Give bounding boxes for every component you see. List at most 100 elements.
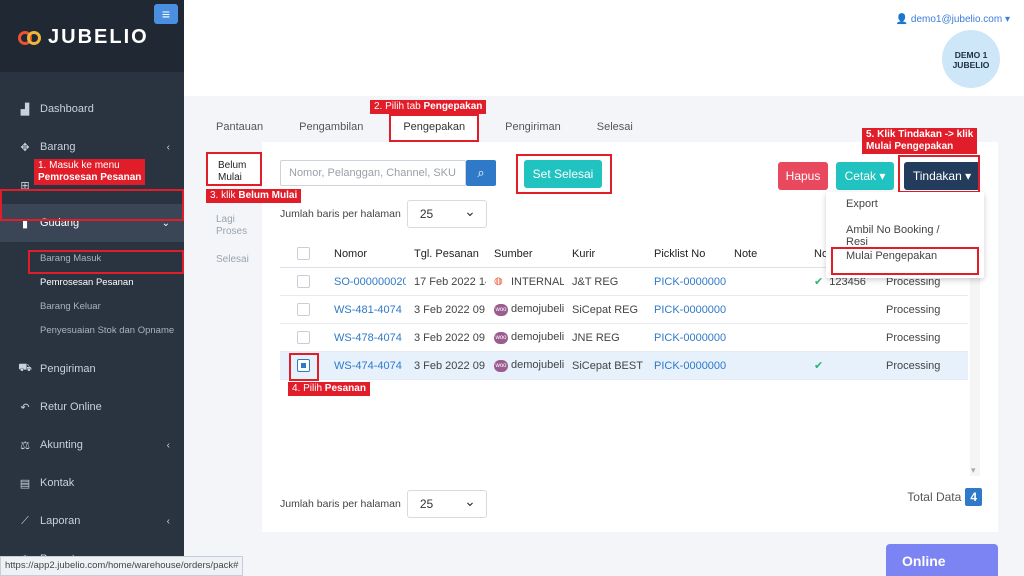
col-picklist[interactable]: Picklist No [646, 248, 726, 260]
woocommerce-icon: woo [494, 303, 508, 316]
row-checkbox[interactable] [280, 303, 326, 316]
tab-pengiriman[interactable]: Pengiriman [487, 114, 579, 142]
sidebar-item-label: Dashboard [40, 103, 94, 115]
select-all-checkbox[interactable] [280, 247, 326, 260]
per-page-select[interactable]: 25 [406, 490, 487, 518]
status-tab-selesai[interactable]: Selesai [206, 248, 262, 278]
picklist-link[interactable]: PICK-0000000 [646, 304, 726, 316]
sidebar-item-pengiriman[interactable]: ⛟ Pengiriman [0, 350, 184, 388]
tab-pantauan[interactable]: Pantauan [206, 114, 281, 142]
annotation-step1: 1. Masuk ke menu Pemrosesan Pesanan [34, 159, 146, 185]
col-sumber[interactable]: Sumber [486, 248, 564, 260]
chart-icon: ▟ [20, 103, 30, 116]
sidebar-item-retur-online[interactable]: ↶ Retur Online [0, 388, 184, 426]
sidebar-item-label: Barang [40, 141, 76, 153]
order-courier: SiCepat REG [572, 303, 639, 316]
logo-icon [18, 29, 42, 47]
order-status: Processing [886, 331, 941, 344]
sidebar-item-kontak[interactable]: ▤ Kontak [0, 464, 184, 502]
table-row[interactable]: WS-474-4074 3 Feb 2022 09: woo demojubeli… [280, 352, 968, 380]
cubes-icon: ✥ [20, 141, 30, 154]
table-row[interactable]: WS-481-4074 3 Feb 2022 09: woo demojubeli… [280, 296, 968, 324]
total-badge: 4 [965, 488, 982, 506]
tab-pengambilan[interactable]: Pengambilan [281, 114, 381, 142]
avatar[interactable]: DEMO 1 JUBELIO [942, 30, 1000, 88]
woocommerce-icon: woo [494, 331, 508, 344]
per-page-top: Jumlah baris per halaman 25 [280, 200, 487, 228]
col-nomor[interactable]: Nomor [326, 248, 406, 260]
order-source: woo demojubeli [494, 359, 564, 372]
order-no: ✔ [806, 359, 878, 372]
brand-logo[interactable]: JUBELIO [18, 26, 149, 49]
sidebar-item-label: Kontak [40, 477, 75, 489]
picklist-link[interactable]: PICK-0000000 [646, 360, 726, 372]
sidebar-item-akunting[interactable]: ⚖ Akunting ‹ [0, 426, 184, 464]
row-checkbox[interactable] [280, 331, 326, 344]
annotation-step4: 4. Pilih Pesanan [288, 382, 370, 396]
order-courier: J&T REG [572, 275, 619, 288]
order-date: 17 Feb 2022 14: [414, 275, 486, 288]
col-tgl[interactable]: Tgl. Pesanan [406, 248, 486, 260]
annotation-step5: 5. Klik Tindakan -> klik Mulai Pengepaka… [862, 128, 978, 154]
per-page-select[interactable]: 25 [406, 200, 487, 228]
sidebar-item-dashboard[interactable]: ▟ Dashboard [0, 90, 184, 128]
user-menu[interactable]: 👤 demo1@jubelio.com ▾ [896, 14, 1010, 25]
order-date: 3 Feb 2022 09: [414, 303, 486, 316]
order-number-link[interactable]: WS-478-4074 [326, 332, 406, 344]
order-number-link[interactable]: WS-481-4074 [326, 304, 406, 316]
online-button[interactable]: Online [886, 544, 998, 576]
annotation-highlight-tindakan [898, 155, 980, 193]
total-data: Total Data 4 [907, 488, 982, 506]
picklist-link[interactable]: PICK-0000000 [646, 276, 726, 288]
tab-pengepakan[interactable]: Pengepakan [389, 114, 480, 142]
chevron-left-icon: ‹ [166, 515, 170, 527]
order-source: woo demojubeli [494, 331, 564, 344]
order-number-link[interactable]: WS-474-4074 [326, 360, 406, 372]
status-url: https://app2.jubelio.com/home/warehouse/… [0, 556, 244, 576]
hapus-button[interactable]: Hapus [778, 162, 828, 190]
annotation-step2: 2. Pilih tab Pengepakan [370, 100, 487, 114]
cetak-button[interactable]: Cetak ▾ [836, 162, 894, 190]
annotation-highlight-gudang [0, 189, 184, 221]
menu-item-ambil-resi[interactable]: Ambil No Booking / Resi [826, 218, 984, 248]
balance-icon: ⚖ [20, 439, 30, 452]
menu-icon[interactable]: ≡ [154, 4, 178, 24]
order-number-link[interactable]: SO-000000020 [326, 276, 406, 288]
tab-selesai[interactable]: Selesai [579, 114, 651, 142]
total-label: Total Data [907, 490, 962, 504]
table-row[interactable]: WS-478-4074 3 Feb 2022 09: woo demojubeli… [280, 324, 968, 352]
sidebar: JUBELIO ≡ ▟ Dashboard ✥ Barang ‹ ⊞ ▮ Gudang ⌄… [0, 0, 184, 576]
col-note[interactable]: Note [726, 248, 806, 260]
annotation-highlight-pemrosesan [28, 250, 184, 274]
status-tab-belum-mulai[interactable]: Belum Mulai [206, 152, 262, 186]
user-email: demo1@jubelio.com ▾ [910, 14, 1010, 25]
annotation-highlight-mulai [831, 247, 979, 275]
status-tab-lagi-proses[interactable]: Lagi Proses [206, 208, 262, 238]
set-selesai-button[interactable]: Set Selesai [524, 160, 602, 188]
picklist-link[interactable]: PICK-0000000 [646, 332, 726, 344]
col-kurir[interactable]: Kurir [564, 248, 646, 260]
search-input[interactable]: Nomor, Pelanggan, Channel, SKU [280, 160, 466, 186]
order-courier: SiCepat BEST [572, 359, 643, 372]
annotation-step3: 3. klik Belum Mulai [206, 189, 302, 203]
sidebar-sub-penyesuaian-stok[interactable]: Penyesuaian Stok dan Opname [0, 318, 184, 342]
row-checkbox[interactable] [280, 275, 326, 288]
sidebar-item-laporan[interactable]: ⟋ Laporan ‹ [0, 502, 184, 540]
order-date: 3 Feb 2022 09: [414, 331, 486, 344]
avatar-line1: DEMO 1 [954, 50, 988, 60]
check-icon: ✔ [814, 276, 824, 288]
sidebar-item-label: Laporan [40, 515, 81, 527]
menu-item-export[interactable]: Export [826, 192, 984, 218]
order-courier: JNE REG [572, 331, 620, 344]
woocommerce-icon: woo [494, 359, 508, 372]
order-status: Processing [886, 303, 941, 316]
chevron-left-icon: ‹ [166, 141, 170, 153]
sidebar-sub-barang-keluar[interactable]: Barang Keluar [0, 294, 184, 318]
logo-area: JUBELIO ≡ [0, 0, 184, 72]
avatar-line2: JUBELIO [952, 60, 990, 70]
search-icon[interactable]: ⌕ [466, 160, 496, 186]
truck-icon: ⛟ [18, 362, 32, 374]
check-icon: ✔ [814, 360, 824, 372]
order-date: 3 Feb 2022 09: [414, 359, 486, 372]
chevron-left-icon: ‹ [166, 439, 170, 451]
